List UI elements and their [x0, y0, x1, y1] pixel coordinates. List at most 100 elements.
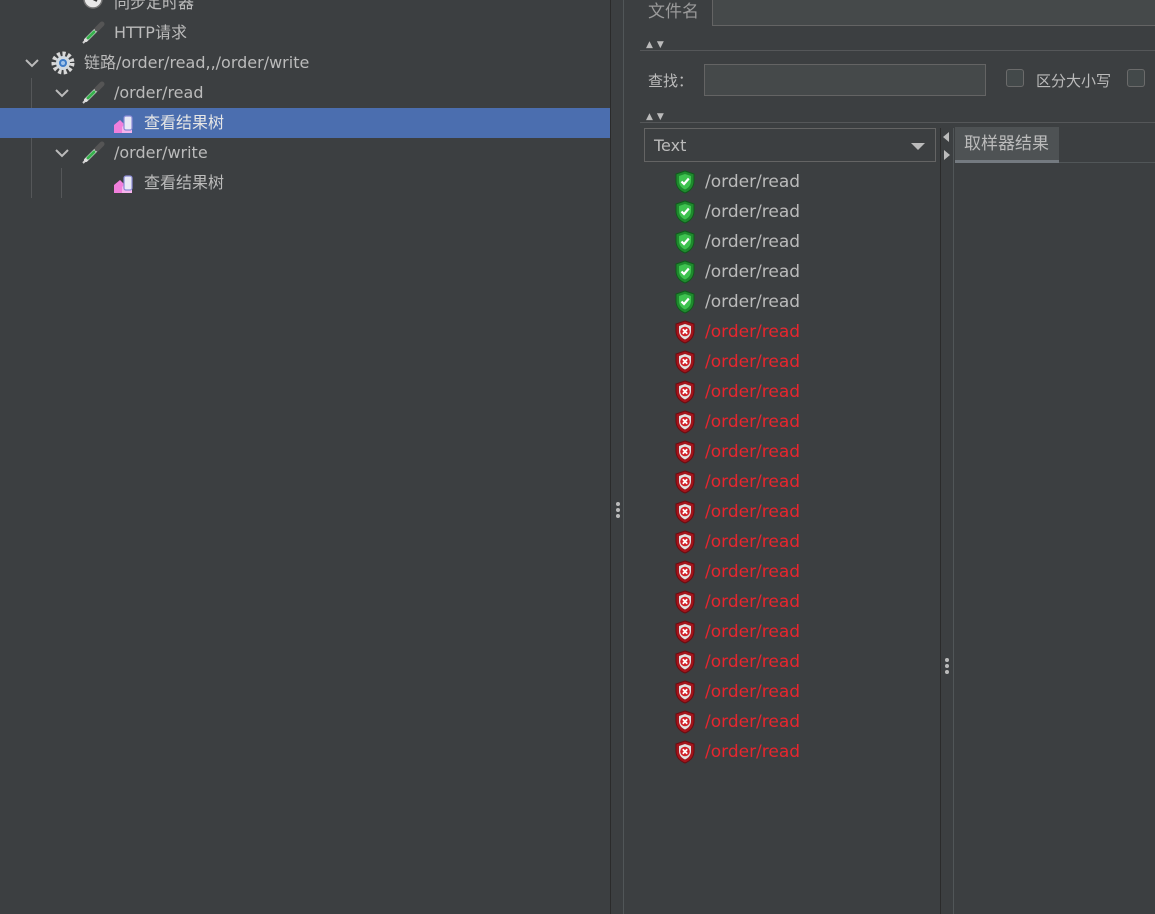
result-label: /order/read — [705, 262, 801, 282]
failure-shield-icon — [674, 680, 696, 704]
failure-shield-icon — [674, 380, 696, 404]
result-label: /order/read — [705, 502, 801, 522]
result-label: /order/read — [705, 622, 801, 642]
tree-item[interactable]: HTTP请求 — [0, 18, 610, 48]
result-row[interactable]: /order/read — [624, 257, 940, 287]
result-label: /order/read — [705, 472, 801, 492]
chevron-down-icon — [911, 143, 925, 150]
result-row[interactable]: /order/read — [624, 467, 940, 497]
result-row[interactable]: /order/read — [624, 317, 940, 347]
result-row[interactable]: /order/read — [624, 587, 940, 617]
result-row[interactable]: /order/read — [624, 737, 940, 767]
divider — [640, 50, 1155, 51]
tree-item-label: 同步定时器 — [114, 0, 195, 12]
panel-splitter[interactable] — [610, 0, 624, 914]
result-row[interactable]: /order/read — [624, 227, 940, 257]
test-plan-tree[interactable]: 同步定时器 HTTP请求链路/order/read,,/order/write/o… — [0, 0, 610, 914]
result-label: /order/read — [705, 652, 801, 672]
result-row[interactable]: /order/read — [624, 287, 940, 317]
tree-item-label: 查看结果树 — [144, 113, 225, 132]
pipette-icon — [80, 141, 106, 165]
result-row[interactable]: /order/read — [624, 197, 940, 227]
regex-checkbox[interactable] — [1127, 69, 1145, 87]
failure-shield-icon — [674, 590, 696, 614]
success-shield-icon — [674, 260, 696, 284]
result-label: /order/read — [705, 742, 801, 762]
failure-shield-icon — [674, 410, 696, 434]
collapse-right-icon[interactable] — [944, 150, 950, 160]
chevron-down-icon[interactable] — [55, 85, 69, 99]
renderer-selected-value: Text — [654, 136, 687, 155]
result-row[interactable]: /order/read — [624, 707, 940, 737]
tab-sampler-result[interactable]: 取样器结果 — [955, 127, 1059, 163]
search-input[interactable] — [704, 64, 986, 96]
pipette-icon — [80, 81, 106, 105]
success-shield-icon — [674, 170, 696, 194]
divider — [640, 122, 1155, 123]
tree-item-label: /order/write — [114, 143, 208, 162]
file-name-label: 文件名 — [640, 0, 719, 26]
result-label: /order/read — [705, 712, 801, 732]
result-row[interactable]: /order/read — [624, 527, 940, 557]
tab-underline — [1059, 162, 1155, 163]
collapse-arrows-icon[interactable]: ▲▼ — [646, 112, 668, 122]
failure-shield-icon — [674, 440, 696, 464]
result-row[interactable]: /order/read — [624, 647, 940, 677]
case-sensitive-checkbox[interactable] — [1006, 69, 1024, 87]
result-label: /order/read — [705, 232, 801, 252]
result-row[interactable]: /order/read — [624, 167, 940, 197]
tree-item-label: 链路/order/read,,/order/write — [84, 53, 310, 72]
result-label: /order/read — [705, 382, 801, 402]
failure-shield-icon — [674, 320, 696, 344]
result-label: /order/read — [705, 562, 801, 582]
failure-shield-icon — [674, 530, 696, 554]
failure-shield-icon — [674, 740, 696, 764]
result-label: /order/read — [705, 352, 801, 372]
result-label: /order/read — [705, 412, 801, 432]
failure-shield-icon — [674, 620, 696, 644]
result-row[interactable]: /order/read — [624, 617, 940, 647]
results-splitter[interactable] — [941, 128, 954, 914]
file-name-input[interactable] — [712, 0, 1155, 26]
result-label: /order/read — [705, 172, 801, 192]
result-row[interactable]: /order/read — [624, 497, 940, 527]
renderer-select[interactable]: Text — [644, 128, 936, 162]
failure-shield-icon — [674, 500, 696, 524]
tree-item-label: 查看结果树 — [144, 173, 225, 192]
gear-icon — [50, 51, 76, 75]
failure-shield-icon — [674, 650, 696, 674]
failure-shield-icon — [674, 560, 696, 584]
results-tree-icon — [110, 171, 136, 195]
result-row[interactable]: /order/read — [624, 557, 940, 587]
results-panel: 文件名 ▲▼ 查找： 区分大小写 ▲▼ Text 取样器结果 /order/re… — [624, 0, 1155, 914]
result-row[interactable]: /order/read — [624, 677, 940, 707]
result-row[interactable]: /order/read — [624, 347, 940, 377]
result-label: /order/read — [705, 202, 801, 222]
result-row[interactable]: /order/read — [624, 407, 940, 437]
collapse-arrows-icon[interactable]: ▲▼ — [646, 40, 668, 50]
splitter-grip-icon — [945, 658, 949, 676]
result-label: /order/read — [705, 532, 801, 552]
results-tree-icon — [110, 111, 136, 135]
tree-item[interactable]: /order/write — [0, 138, 610, 168]
tree-item[interactable]: 同步定时器 — [0, 0, 610, 18]
result-label: /order/read — [705, 592, 801, 612]
result-label: /order/read — [705, 322, 801, 342]
collapse-left-icon[interactable] — [943, 132, 949, 142]
result-row[interactable]: /order/read — [624, 377, 940, 407]
tree-item[interactable]: 查看结果树 — [0, 168, 610, 198]
tree-item[interactable]: 链路/order/read,,/order/write — [0, 48, 610, 78]
tree-item[interactable]: /order/read — [0, 78, 610, 108]
result-label: /order/read — [705, 292, 801, 312]
result-row[interactable]: /order/read — [624, 437, 940, 467]
tree-item-label: HTTP请求 — [114, 23, 187, 42]
success-shield-icon — [674, 290, 696, 314]
search-label: 查找： — [648, 72, 694, 90]
tree-item[interactable]: 查看结果树 — [0, 108, 610, 138]
success-shield-icon — [674, 230, 696, 254]
case-sensitive-label: 区分大小写 — [1036, 72, 1112, 90]
failure-shield-icon — [674, 350, 696, 374]
chevron-down-icon[interactable] — [55, 145, 69, 159]
success-shield-icon — [674, 200, 696, 224]
chevron-down-icon[interactable] — [25, 55, 39, 69]
